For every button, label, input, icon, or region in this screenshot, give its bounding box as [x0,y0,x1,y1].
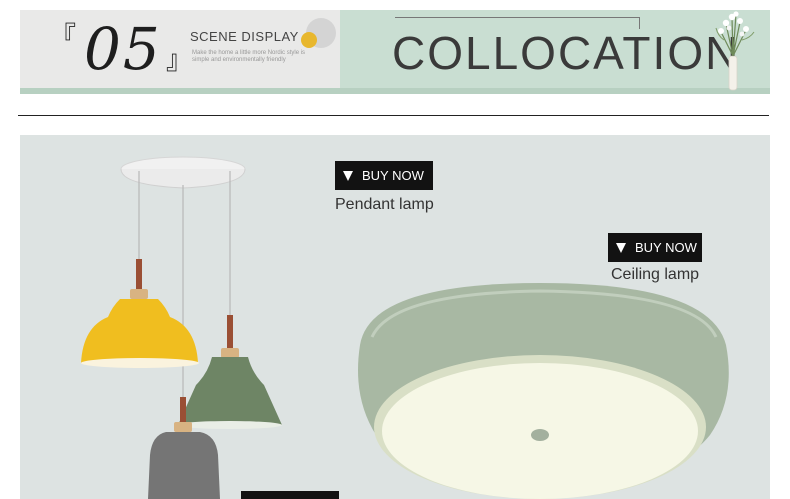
decorative-yellow-dot [301,32,317,48]
grey-lamp-collar [174,422,192,432]
bracket-close: 』 [166,46,193,76]
pendant-lamp-buy-button[interactable]: BUY NOW [335,161,433,190]
triangle-down-icon [343,170,353,181]
buy-now-label: BUY NOW [635,240,697,255]
green-lamp-shade [178,357,282,425]
yellow-lamp-collar [130,289,148,299]
ceiling-lamp-center-knob [531,429,549,441]
green-lamp-rim [178,421,282,429]
green-lamp-collar [221,348,239,358]
collocation-heading: COLLOCATION [392,27,741,79]
buy-now-label: BUY NOW [362,168,424,183]
grey-lamp-stem [180,397,186,423]
collocation-banner: 『 05 』 SCENE DISPLAY Make the home a lit… [20,10,770,94]
section-number: 05 [84,15,162,83]
triangle-down-icon [616,242,626,253]
banner-rule-line [395,17,640,18]
bracket-open: 『 [50,22,77,52]
ceiling-lamp-buy-button[interactable]: BUY NOW [608,233,702,262]
yellow-lamp-rim [81,358,199,368]
yellow-lamp-stem [136,259,142,291]
yellow-lamp-shade [81,299,198,363]
ceiling-lamp-label: Ceiling lamp [611,266,700,283]
green-lamp-stem [227,315,233,349]
banner-bottom-strip [20,88,770,94]
pendant-lamp-label: Pendant lamp [335,196,434,213]
product-scene-photo: BUY NOW Pendant lamp BUY NOW Ceiling lam… [20,135,770,499]
section-divider [18,115,769,116]
scene-display-title: SCENE DISPLAY [190,29,299,44]
flower-vase-icon [715,11,755,91]
partial-buy-button[interactable] [241,491,339,499]
scene-display-subtitle: Make the home a little more Nordic style… [192,50,306,63]
grey-lamp-shade [148,432,220,499]
